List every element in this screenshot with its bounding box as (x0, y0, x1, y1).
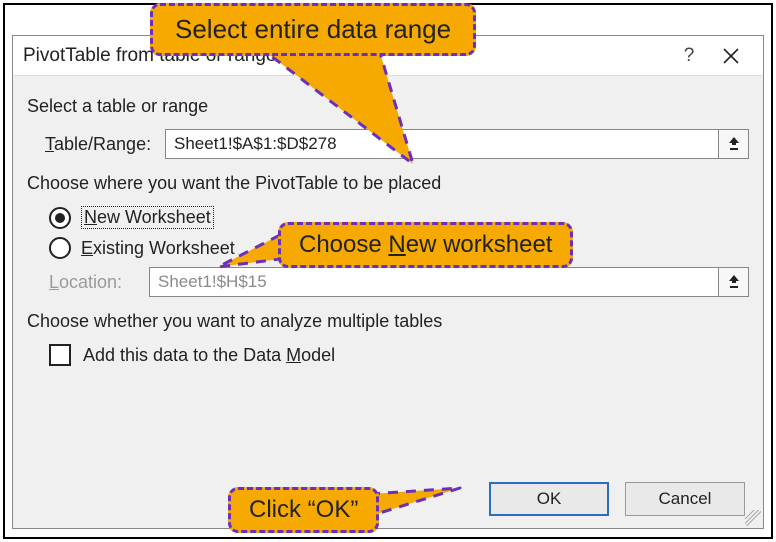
section-multi-label: Choose whether you want to analyze multi… (27, 311, 749, 332)
checkbox-label: Add this data to the Data Model (83, 345, 335, 366)
callout-click-ok: Click “OK” (228, 487, 379, 533)
checkbox-icon (49, 344, 71, 366)
cancel-button[interactable]: Cancel (625, 482, 745, 516)
cancel-label: Cancel (659, 489, 712, 509)
resize-grip[interactable] (745, 510, 761, 526)
location-row: Location: (49, 267, 749, 297)
dialog-buttons: OK Cancel (489, 482, 745, 516)
radio-new-label: New Worksheet (81, 206, 214, 229)
callout-tail (370, 488, 465, 524)
radio-icon (49, 207, 71, 229)
collapse-dialog-button[interactable] (719, 129, 749, 159)
checkbox-data-model[interactable]: Add this data to the Data Model (49, 344, 749, 366)
collapse-dialog-button-location[interactable] (719, 267, 749, 297)
callout-new-worksheet: Choose New worksheet (278, 222, 573, 268)
collapse-range-icon (727, 274, 741, 290)
callout-select-range: Select entire data range (150, 3, 476, 56)
radio-existing-label: Existing Worksheet (81, 238, 235, 259)
close-icon (723, 48, 739, 64)
ok-label: OK (537, 489, 562, 509)
callout-tail (258, 46, 438, 171)
radio-icon (49, 237, 71, 259)
section-place-label: Choose where you want the PivotTable to … (27, 173, 749, 194)
ok-button[interactable]: OK (489, 482, 609, 516)
help-icon: ? (684, 45, 695, 67)
collapse-range-icon (727, 136, 741, 152)
location-label: Location: (49, 272, 149, 293)
help-button[interactable]: ? (670, 37, 708, 75)
table-range-input[interactable] (165, 129, 719, 159)
close-button[interactable] (708, 37, 753, 75)
table-range-label: Table/Range: (45, 134, 165, 155)
